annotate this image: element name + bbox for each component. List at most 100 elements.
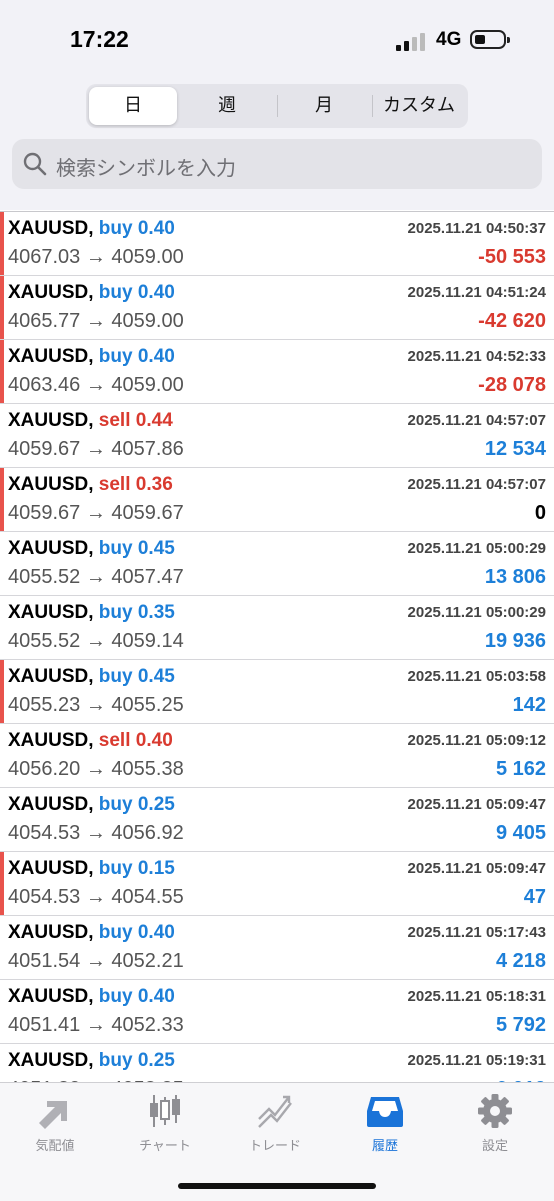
trade-symbol: XAUUSD,: [8, 1050, 94, 1071]
search-input[interactable]: 検索シンボルを入力: [12, 139, 542, 189]
trade-row[interactable]: XAUUSD, buy 0.40 4051.54 → 4052.21 2025.11…: [0, 916, 554, 980]
price-close: 4057.47: [111, 566, 184, 588]
trade-volume: 0.15: [137, 858, 175, 879]
arrow-right-icon: →: [85, 694, 106, 716]
price-close: 4052.21: [111, 950, 184, 972]
arrow-right-icon: →: [85, 1014, 106, 1036]
tab-history[interactable]: 履歴: [330, 1093, 440, 1154]
trade-volume: 0.40: [137, 282, 175, 303]
trade-row[interactable]: XAUUSD, buy 0.40 4051.41 → 4052.33 2025.11…: [0, 980, 554, 1044]
price-close: 4059.00: [111, 374, 184, 396]
trade-volume: 0.40: [135, 730, 173, 751]
trade-symbol-line: XAUUSD, buy 0.25: [8, 1050, 175, 1072]
trade-datetime: 2025.11.21 05:09:12: [407, 732, 546, 749]
price-close: 4057.86: [111, 438, 184, 460]
trade-prices: 4065.77 → 4059.00: [8, 310, 184, 333]
trade-prices: 4051.41 → 4052.33: [8, 1014, 184, 1037]
trade-symbol: XAUUSD,: [8, 218, 94, 239]
trade-row[interactable]: XAUUSD, sell 0.40 4056.20 → 4055.38 2025.1…: [0, 724, 554, 788]
history-header: 日 週 月 カスタム 検索シンボルを入力: [0, 80, 554, 210]
trade-profit: 13 806: [484, 566, 546, 588]
trade-symbol: XAUUSD,: [8, 282, 94, 303]
chart-icon: [150, 1095, 180, 1127]
price-open: 4065.77: [8, 310, 81, 332]
trade-symbol-line: XAUUSD, buy 0.40: [8, 922, 175, 944]
trade-side: sell: [98, 730, 131, 751]
price-close: 4055.25: [111, 694, 184, 716]
trade-side: buy: [98, 858, 133, 879]
trade-prices: 4051.54 → 4052.21: [8, 950, 184, 973]
trade-symbol-line: XAUUSD, buy 0.15: [8, 858, 175, 880]
trade-prices: 4063.46 → 4059.00: [8, 374, 184, 397]
trade-row[interactable]: XAUUSD, buy 0.40 4067.03 → 4059.00 2025.11…: [0, 212, 554, 276]
trade-row[interactable]: XAUUSD, buy 0.45 4055.23 → 4055.25 2025.11…: [0, 660, 554, 724]
tab-trade[interactable]: トレード: [220, 1093, 330, 1154]
trade-prices: 4059.67 → 4059.67: [8, 502, 184, 525]
trade-datetime: 2025.11.21 04:57:07: [407, 412, 546, 429]
price-close: 4059.67: [111, 502, 184, 524]
trade-profit: -28 078: [478, 374, 546, 396]
trade-symbol-line: XAUUSD, sell 0.44: [8, 410, 173, 432]
network-label: 4G: [436, 29, 462, 50]
arrow-right-icon: →: [85, 630, 106, 652]
trade-side: sell: [98, 474, 131, 495]
price-open: 4059.67: [8, 502, 81, 524]
tab-label: トレード: [248, 1139, 301, 1154]
arrow-right-icon: →: [85, 758, 106, 780]
trade-side: buy: [98, 986, 133, 1007]
price-open: 4056.20: [8, 758, 81, 780]
trade-side: buy: [98, 282, 133, 303]
trade-profit: -50 553: [478, 246, 546, 268]
trade-datetime: 2025.11.21 05:00:29: [407, 540, 546, 557]
tab-settings[interactable]: 設定: [440, 1093, 550, 1154]
trade-datetime: 2025.11.21 04:52:33: [407, 348, 546, 365]
arrow-right-icon: →: [85, 502, 106, 524]
segment-month[interactable]: 月: [278, 87, 370, 125]
trade-symbol: XAUUSD,: [8, 410, 94, 431]
arrow-right-icon: →: [85, 246, 106, 268]
price-open: 4055.23: [8, 694, 81, 716]
segment-week[interactable]: 週: [181, 87, 273, 125]
trade-symbol-line: XAUUSD, buy 0.35: [8, 602, 175, 624]
segment-custom[interactable]: カスタム: [373, 87, 465, 125]
price-close: 4052.33: [111, 1014, 184, 1036]
tab-chart[interactable]: チャート: [110, 1093, 220, 1154]
trade-row[interactable]: XAUUSD, sell 0.44 4059.67 → 4057.86 2025.1…: [0, 404, 554, 468]
price-open: 4067.03: [8, 246, 81, 268]
trade-prices: 4054.53 → 4056.92: [8, 822, 184, 845]
arrow-right-icon: →: [85, 566, 106, 588]
battery-icon: [470, 30, 510, 49]
trade-side: buy: [98, 1050, 133, 1071]
trade-side: buy: [98, 538, 133, 559]
status-time: 17:22: [70, 26, 129, 52]
trade-side: buy: [98, 794, 133, 815]
trade-row[interactable]: XAUUSD, buy 0.35 4055.52 → 4059.14 2025.11…: [0, 596, 554, 660]
arrow-right-icon: →: [85, 438, 106, 460]
tab-label: チャート: [139, 1139, 191, 1154]
trade-prices: 4055.23 → 4055.25: [8, 694, 184, 717]
trade-prices: 4054.53 → 4054.55: [8, 886, 184, 909]
trade-volume: 0.40: [137, 986, 175, 1007]
trade-symbol-line: XAUUSD, buy 0.40: [8, 282, 175, 304]
tab-quotes[interactable]: 気配値: [0, 1093, 110, 1154]
trade-row[interactable]: XAUUSD, sell 0.36 4059.67 → 4059.67 2025.1…: [0, 468, 554, 532]
segment-day[interactable]: 日: [89, 87, 177, 125]
trade-side: buy: [98, 602, 133, 623]
trade-symbol: XAUUSD,: [8, 666, 94, 687]
trade-row[interactable]: XAUUSD, buy 0.25 4054.53 → 4056.92 2025.11…: [0, 788, 554, 852]
trade-row[interactable]: XAUUSD, buy 0.15 4054.53 → 4054.55 2025.11…: [0, 852, 554, 916]
search-placeholder: 検索シンボルを入力: [56, 156, 236, 180]
trade-row[interactable]: XAUUSD, buy 0.40 4063.46 → 4059.00 2025.11…: [0, 340, 554, 404]
trade-marker: [0, 340, 4, 403]
trade-datetime: 2025.11.21 04:50:37: [407, 220, 546, 237]
trade-row[interactable]: XAUUSD, buy 0.40 4065.77 → 4059.00 2025.11…: [0, 276, 554, 340]
price-close: 4056.92: [111, 822, 184, 844]
trade-symbol: XAUUSD,: [8, 346, 94, 367]
search-icon: [23, 152, 47, 176]
trade-prices: 4056.20 → 4055.38: [8, 758, 184, 781]
trade-symbol: XAUUSD,: [8, 730, 94, 751]
signal-icon: [396, 31, 430, 51]
trade-profit: 4 218: [495, 950, 546, 972]
tab-label: 設定: [481, 1139, 508, 1154]
trade-row[interactable]: XAUUSD, buy 0.45 4055.52 → 4057.47 2025.11…: [0, 532, 554, 596]
